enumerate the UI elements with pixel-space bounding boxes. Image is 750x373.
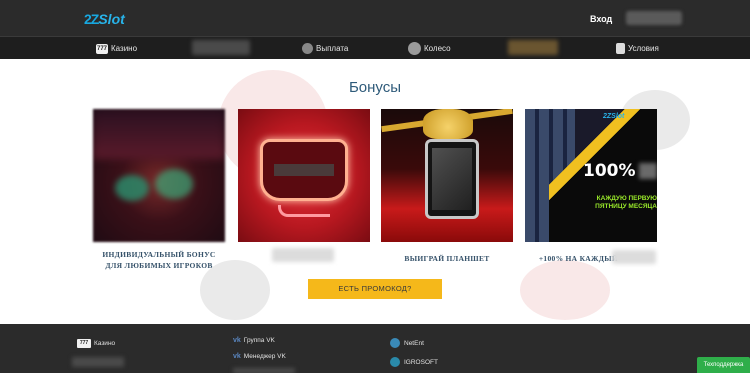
nav-item-casino[interactable]: 777 Казино — [96, 42, 137, 55]
nav-item-terms[interactable]: Условия — [616, 42, 659, 55]
bonus-card-individual[interactable] — [93, 109, 225, 242]
vk-icon: vk — [233, 337, 241, 344]
nav-item-redacted[interactable] — [508, 40, 558, 55]
provider-label: NetEnt — [404, 339, 424, 347]
bonus-card-label-redacted[interactable] — [272, 248, 334, 262]
banner-subtitle: КАЖДУЮ ПЕРВУЮ ПЯТНИЦУ МЕСЯЦА — [595, 195, 657, 210]
slot-777-icon: 777 — [96, 43, 108, 54]
promo-code-button[interactable]: ЕСТЬ ПРОМОКОД? — [308, 279, 442, 299]
banner-logo: 2ZSlot — [603, 113, 625, 120]
logo-mark: 2Z — [84, 11, 99, 27]
footer-link-label: Казино — [94, 340, 116, 347]
nav-item-label: Выплата — [316, 44, 349, 53]
footer-link-redacted[interactable] — [72, 357, 124, 367]
main-nav: 777 Казино Выплата Колесо Условия — [0, 36, 750, 59]
bonus-card-friday[interactable]: 2ZSlot 100% КАЖДУЮ ПЕРВУЮ ПЯТНИЦУ МЕСЯЦА — [525, 109, 657, 242]
vk-icon: vk — [233, 353, 241, 360]
bonus-card-label[interactable]: ВЫИГРАЙ ПЛАНШЕТ — [381, 253, 513, 264]
bonuses-section: Бонусы ИНДИВИДУАЛЬНЫЙ БОНУС ДЛЯ ЛЮБИМЫХ … — [0, 60, 750, 324]
tablet-icon — [425, 139, 479, 219]
provider-label: IGROSOFT — [404, 358, 438, 366]
slot-777-icon: 777 — [77, 339, 91, 348]
site-logo[interactable]: 2Z Slot — [84, 10, 125, 28]
gift-bow-icon — [423, 109, 473, 139]
wheel-icon — [408, 42, 421, 55]
footer-link-vk-manager[interactable]: vk Менеджер VK — [233, 353, 286, 360]
top-header: 2Z Slot Вход — [0, 0, 750, 36]
arrow-icon — [278, 205, 330, 217]
nav-item-label: Казино — [111, 44, 138, 53]
footer-link-label: Менеджер VK — [243, 353, 286, 360]
background-splash — [520, 260, 610, 320]
provider-netent[interactable]: NetEnt — [390, 338, 424, 348]
logo-text: Slot — [98, 11, 125, 27]
footer-link-casino[interactable]: 777 Казино — [77, 339, 115, 348]
register-button-redacted[interactable] — [626, 11, 682, 25]
document-icon — [616, 43, 625, 54]
bonus-card-slot-banner[interactable] — [238, 109, 370, 242]
igrosoft-icon — [390, 357, 400, 367]
banner-percent: 100% — [583, 161, 636, 181]
nav-item-payout[interactable]: Выплата — [302, 42, 348, 55]
login-link[interactable]: Вход — [590, 14, 612, 24]
nav-item-wheel[interactable]: Колесо — [408, 42, 451, 55]
bonus-card-tablet[interactable] — [381, 109, 513, 242]
bonus-card-label-redacted — [612, 250, 656, 264]
footer-link-redacted[interactable] — [233, 368, 295, 373]
nav-item-label: Колесо — [424, 44, 451, 53]
support-chat-button[interactable]: Техподдержка — [697, 357, 750, 373]
nav-item-label: Условия — [628, 44, 659, 53]
site-footer: 777 Казино vk Группа VK vk Менеджер VK N… — [0, 324, 750, 373]
netent-icon — [390, 338, 400, 348]
coin-icon — [302, 43, 313, 54]
footer-link-label: Группа VK — [243, 337, 275, 344]
footer-link-vk-group[interactable]: vk Группа VK — [233, 337, 275, 344]
bonus-card-label[interactable]: +100% НА КАЖДЫЙ — [528, 253, 618, 264]
bonus-card-label[interactable]: ИНДИВИДУАЛЬНЫЙ БОНУС ДЛЯ ЛЮБИМЫХ ИГРОКОВ — [93, 249, 225, 271]
provider-igrosoft[interactable]: IGROSOFT — [390, 357, 438, 367]
page-title: Бонусы — [348, 79, 402, 96]
nav-item-redacted[interactable] — [192, 40, 250, 55]
